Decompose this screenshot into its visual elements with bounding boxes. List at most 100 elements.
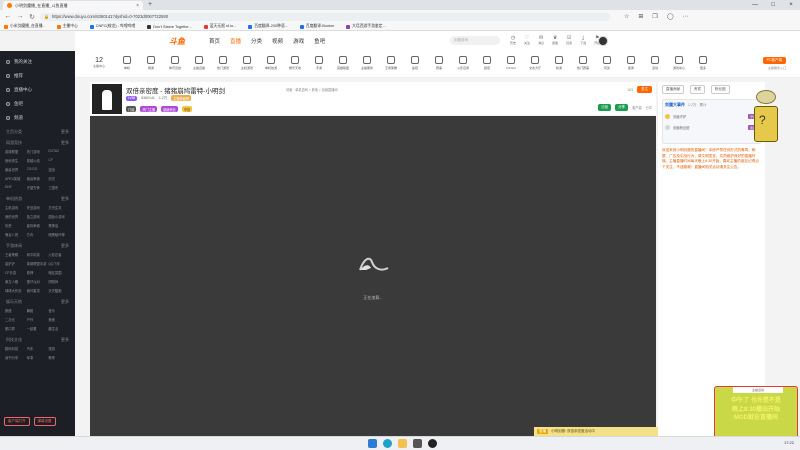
share-button[interactable]: 分享 <box>615 104 629 111</box>
bookmark-item[interactable]: 主播中心 <box>56 24 78 29</box>
search-input[interactable]: 剑魔游戏 <box>450 36 500 45</box>
category-link[interactable]: 黑神话 <box>48 223 70 228</box>
category-link[interactable]: 汽车 <box>27 346 49 351</box>
header-icon-download[interactable]: ⤓ 下载 <box>580 35 586 45</box>
tab-contribution[interactable]: 直播贡献 <box>662 85 684 94</box>
star-icon[interactable]: ☆ <box>624 13 629 20</box>
category-link[interactable]: 二次元 <box>5 317 27 322</box>
video-player[interactable]: 正在加载... 直播 小明剑魔: 双倍亲密度活动中 <box>90 116 658 436</box>
extensions-icon[interactable]: ⊞ <box>638 13 643 20</box>
section-more-link[interactable]: 更多 <box>61 299 69 305</box>
event-card[interactable]: 剑魔大事件 1.2万 · 累计 剑魔守护 守护 剑魔粉丝团 贵宾 <box>662 99 761 144</box>
back-arrow-icon[interactable]: ← <box>4 13 12 20</box>
category-link[interactable]: 热门游戏 <box>27 149 49 154</box>
category-link[interactable]: 我的世界 <box>5 214 27 219</box>
category-item[interactable]: 火影忍者 <box>453 56 473 70</box>
category-link[interactable]: 一起看 <box>27 326 49 331</box>
category-link[interactable]: 脱口秀 <box>5 326 27 331</box>
category-link[interactable]: 绝地求生 <box>5 158 27 163</box>
category-link[interactable]: 逆战 <box>48 167 70 172</box>
category-link[interactable]: 颜值 <box>5 308 27 313</box>
category-link[interactable]: 独立游戏 <box>27 214 49 219</box>
category-link[interactable]: 甜品小游戏 <box>48 214 70 219</box>
category-link[interactable]: 户外 <box>27 317 49 322</box>
category-item[interactable]: 鱼吧 <box>405 56 425 70</box>
category-link[interactable]: DNF <box>5 185 27 190</box>
douyu-logo[interactable]: 斗鱼 <box>169 36 197 46</box>
category-link[interactable]: 蛋仔派对 <box>27 279 49 284</box>
file-explorer-icon[interactable] <box>398 439 407 448</box>
app-icon[interactable] <box>428 439 437 448</box>
category-item[interactable]: 体育竞技 <box>165 56 185 70</box>
danmaku-settings-button[interactable]: 弹幕设置 <box>33 417 56 426</box>
bookmark-item[interactable]: CNPC(蛟龙) - 哔哩哔哩 <box>89 24 135 29</box>
category-link[interactable]: 饥荒 <box>5 223 27 228</box>
category-link[interactable]: 美食 <box>48 317 70 322</box>
section-more-link[interactable]: 更多 <box>61 243 69 249</box>
streamer-avatar[interactable] <box>92 84 122 114</box>
category-link[interactable]: 数码科技 <box>5 346 27 351</box>
category-link[interactable]: 金铲铲 <box>5 261 27 266</box>
nav-live[interactable]: 直播 <box>230 37 241 45</box>
maximize-button[interactable]: □ <box>764 0 782 10</box>
sidebar-item-yuba[interactable]: 鱼吧 <box>0 97 75 111</box>
super-fan-badge[interactable]: 超级粉丝 <box>161 106 178 112</box>
category-link[interactable]: CS:GO <box>27 167 49 172</box>
nav-category[interactable]: 分类 <box>251 37 262 45</box>
profile-icon[interactable]: ◯ <box>667 13 674 20</box>
category-item[interactable]: CS:GO <box>501 56 521 70</box>
category-link[interactable]: 第五人格 <box>5 279 27 284</box>
browser-tab[interactable]: 小明剑魔播_在直播_斗鱼直播 × <box>3 1 143 10</box>
category-link[interactable]: 魔兽争霸 <box>27 176 49 181</box>
category-item[interactable]: 主机游戏 <box>237 56 257 70</box>
header-icon-task[interactable]: ☑ 任务 <box>566 35 572 45</box>
category-link[interactable]: 原神 <box>27 270 49 275</box>
category-item[interactable]: 星秀 <box>621 56 641 70</box>
windows-start-icon[interactable] <box>368 439 377 448</box>
category-link[interactable]: 方舟 <box>27 232 49 237</box>
category-item[interactable]: 主播直播 <box>189 56 209 70</box>
share-link[interactable]: 分享 <box>646 105 652 110</box>
bookmark-item[interactable]: Don't Starve Togethe... <box>147 24 192 29</box>
category-link[interactable]: 王者荣耀 <box>5 252 27 257</box>
nav-game[interactable]: 游戏 <box>293 37 304 45</box>
category-item[interactable]: 赛事 <box>429 56 449 70</box>
category-item[interactable]: 热门游戏 <box>213 56 233 70</box>
subscribe-button[interactable]: 订阅 <box>598 104 612 111</box>
address-bar[interactable]: 🔒 https://www.douyu.com/6360141?dyshid=0… <box>40 12 610 21</box>
nav-home[interactable]: 首页 <box>209 37 220 45</box>
favorites-icon[interactable]: ❐ <box>652 13 657 20</box>
new-tab-button[interactable]: + <box>148 1 152 8</box>
category-item[interactable]: 交友大厅 <box>525 56 545 70</box>
category-link[interactable]: 军事 <box>27 355 49 360</box>
bookmark-item[interactable]: 小米剑魔播_在直播.. <box>4 24 45 29</box>
category-item[interactable]: 更多 <box>693 56 713 70</box>
category-link[interactable]: 阴阳师 <box>48 279 70 284</box>
category-item[interactable]: 英雄联盟 <box>333 56 353 70</box>
category-link[interactable]: 趣生活 <box>48 326 70 331</box>
category-link[interactable]: 天天酷跑 <box>48 288 70 293</box>
player-bottom-banner[interactable]: 直播 小明剑魔: 双倍亲密度活动中 <box>534 427 658 436</box>
bookmark-item[interactable]: 百度翻译-Bookm <box>299 24 334 29</box>
category-link[interactable]: 三国杀 <box>48 185 70 190</box>
category-link[interactable]: APEX英雄 <box>5 176 27 181</box>
header-icon-follow[interactable]: ♡ 关注 <box>524 35 530 45</box>
follow-button[interactable]: 关注 <box>637 86 652 93</box>
edge-browser-icon[interactable] <box>383 439 392 448</box>
category-link[interactable]: 守望先锋 <box>27 185 49 190</box>
category-link[interactable]: 鬼谷八荒 <box>5 232 27 237</box>
client-link[interactable]: 客户端 <box>632 105 642 110</box>
category-link[interactable]: 音乐 <box>48 308 70 313</box>
category-item[interactable]: 有奖 <box>597 56 617 70</box>
header-icon-message[interactable]: ✉ 消息 <box>538 35 544 45</box>
category-item[interactable]: 活动 <box>645 56 665 70</box>
category-item[interactable]: 新游 <box>549 56 569 70</box>
report-badge[interactable]: 举报 <box>181 106 193 112</box>
category-link[interactable]: 旅游 <box>48 346 70 351</box>
category-link[interactable]: 教育 <box>48 355 70 360</box>
sidebar-item-live-center[interactable]: 直播中心 <box>0 83 75 97</box>
close-window-button[interactable]: × <box>782 0 800 10</box>
sidebar-item-recommend[interactable]: 推荐 <box>0 69 75 83</box>
category-link[interactable]: 怀旧游戏 <box>27 205 49 210</box>
category-link[interactable]: 魔兽世界 <box>5 167 27 172</box>
